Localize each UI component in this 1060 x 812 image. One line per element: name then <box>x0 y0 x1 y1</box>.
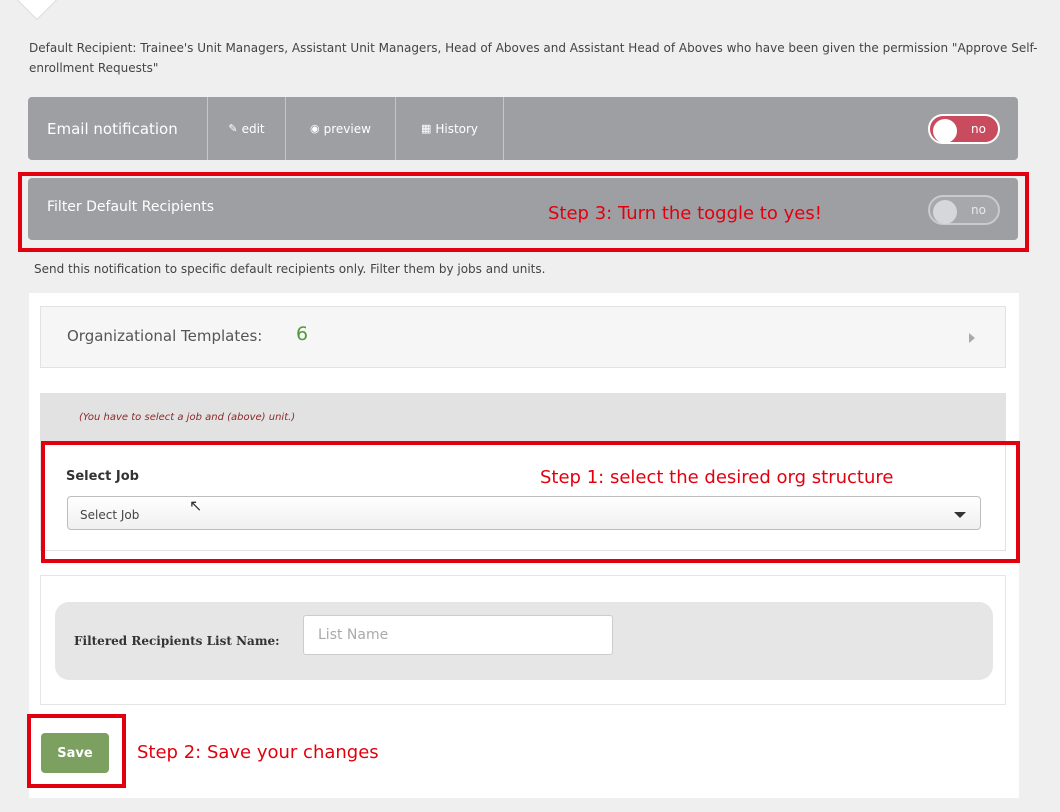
step3-annotation: Step 3: Turn the toggle to yes! <box>548 203 822 224</box>
list-name-section: Filtered Recipients List Name: <box>40 575 1006 705</box>
edit-tab-label: edit <box>241 121 265 136</box>
job-hint-band: (You have to select a job and (above) un… <box>41 394 1005 444</box>
filter-default-recipients-bar: Filter Default Recipients no <box>28 178 1018 240</box>
filter-help-text: Send this notification to specific defau… <box>34 262 546 276</box>
select-job-dropdown[interactable]: Select Job <box>67 496 981 530</box>
history-tab[interactable]: ▦ History <box>396 97 504 160</box>
list-name-input[interactable] <box>303 615 613 655</box>
filter-recipients-toggle[interactable]: no <box>928 195 1000 225</box>
chevron-down-icon <box>954 512 966 518</box>
toggle-knob <box>933 200 957 224</box>
toggle-label: no <box>971 122 986 136</box>
panel-pointer-notch <box>15 0 59 21</box>
organizational-templates-count: 6 <box>296 323 309 345</box>
organizational-templates-label: Organizational Templates: <box>67 327 263 345</box>
calendar-icon: ▦ <box>420 122 432 135</box>
job-hint-text: (You have to select a job and (above) un… <box>79 412 296 423</box>
default-recipient-description: Default Recipient: Trainee's Unit Manage… <box>29 41 1038 75</box>
caret-right-icon <box>969 333 975 343</box>
step1-annotation: Step 1: select the desired org structure <box>540 467 894 488</box>
select-job-label: Select Job <box>66 469 139 484</box>
email-notification-bar: Email notification ✎ edit ◉ preview ▦ Hi… <box>28 97 1018 160</box>
email-notification-title: Email notification <box>28 97 208 160</box>
edit-tab[interactable]: ✎ edit <box>208 97 286 160</box>
save-button[interactable]: Save <box>41 733 109 773</box>
step2-annotation: Step 2: Save your changes <box>137 742 379 763</box>
mouse-cursor-icon: ↖ <box>189 496 203 515</box>
pencil-icon: ✎ <box>228 122 238 135</box>
select-job-value: Select Job <box>80 508 140 522</box>
history-tab-label: History <box>435 121 479 136</box>
filter-default-recipients-title: Filter Default Recipients <box>47 199 215 215</box>
preview-tab-label: preview <box>323 121 371 136</box>
eye-icon: ◉ <box>310 122 320 135</box>
list-name-row: Filtered Recipients List Name: <box>55 602 993 680</box>
toggle-label: no <box>971 203 986 217</box>
organizational-templates-row[interactable]: Organizational Templates: 6 <box>40 306 1006 368</box>
list-name-label: Filtered Recipients List Name: <box>74 634 280 648</box>
toggle-knob <box>933 119 957 143</box>
email-notification-toggle[interactable]: no <box>928 114 1000 144</box>
preview-tab[interactable]: ◉ preview <box>286 97 396 160</box>
